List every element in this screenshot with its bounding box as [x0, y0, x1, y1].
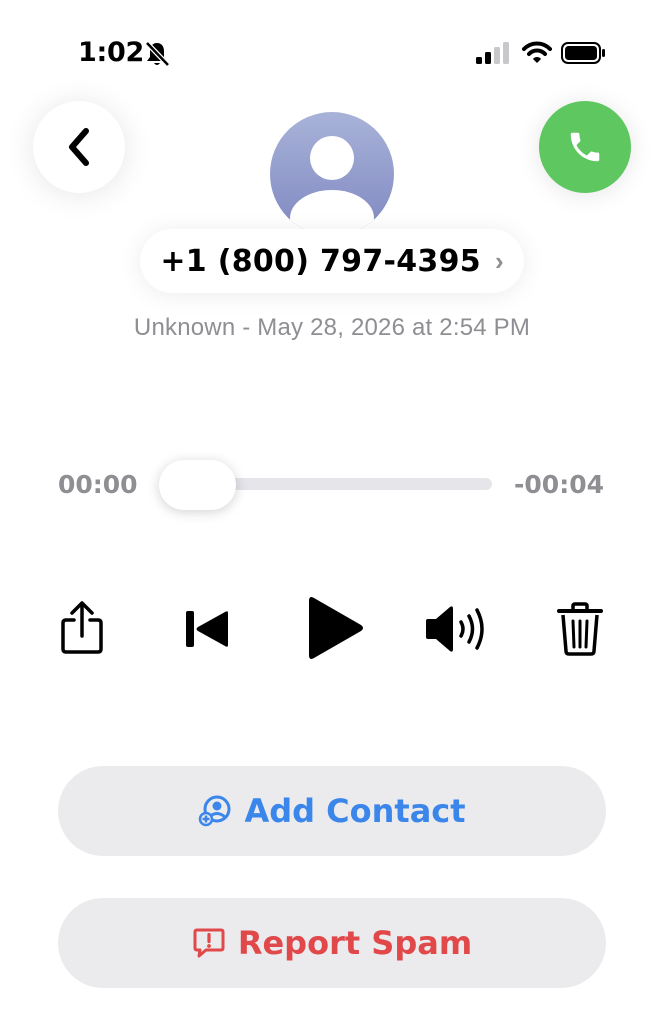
phone-number: +1 (800) 797-4395 [160, 243, 481, 279]
share-icon [61, 601, 103, 654]
trash-icon [557, 602, 603, 656]
share-button[interactable] [58, 598, 106, 656]
skip-back-icon [186, 611, 228, 647]
avatar [270, 112, 394, 236]
chevron-left-icon [69, 128, 89, 166]
battery-icon [561, 42, 605, 64]
speaker-icon [426, 606, 484, 652]
status-bar: 1:02 [0, 0, 664, 100]
cellular-signal-icon [476, 42, 509, 64]
add-contact-button[interactable]: Add Contact [58, 766, 606, 856]
delete-button[interactable] [556, 601, 604, 657]
progress-thumb[interactable] [159, 460, 236, 510]
add-contact-icon [199, 795, 231, 827]
play-icon [309, 597, 363, 659]
call-details: Unknown - May 28, 2026 at 2:54 PM [133, 314, 531, 341]
play-button[interactable] [304, 595, 366, 661]
call-button[interactable] [539, 101, 631, 193]
report-spam-label: Report Spam [237, 924, 473, 962]
chevron-right-icon: › [494, 245, 504, 276]
bell-slash-icon [145, 41, 170, 67]
elapsed-time: 00:00 [58, 470, 138, 499]
skip-back-button[interactable] [184, 609, 232, 649]
phone-number-pill[interactable]: +1 (800) 797-4395 › [140, 229, 524, 293]
report-icon [193, 928, 225, 958]
report-spam-button[interactable]: Report Spam [58, 898, 606, 988]
add-contact-label: Add Contact [244, 792, 466, 830]
status-time: 1:02 [78, 37, 144, 68]
remaining-time: -00:04 [514, 470, 604, 499]
wifi-icon [522, 41, 552, 63]
speaker-button[interactable] [424, 603, 490, 655]
person-silhouette-icon [290, 136, 374, 236]
back-button[interactable] [33, 101, 125, 193]
phone-icon [570, 132, 600, 162]
